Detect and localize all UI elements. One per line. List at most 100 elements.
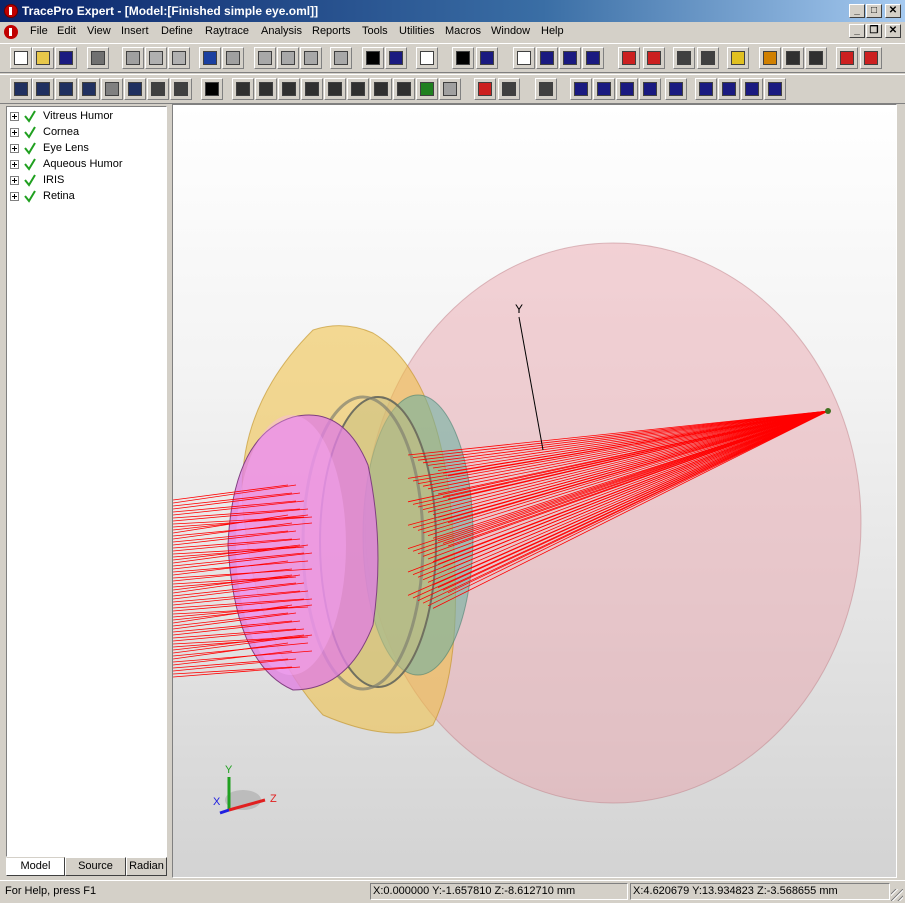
tab-radiance[interactable]: Radian (126, 857, 167, 876)
select-arrow-button[interactable] (362, 47, 384, 69)
eye-model-render[interactable]: Y Y Z X (173, 105, 896, 877)
menu-raytrace[interactable]: Raytrace (205, 25, 249, 37)
paste-button[interactable] (168, 47, 190, 69)
boolean-intersect-button[interactable] (300, 47, 322, 69)
sweep-button[interactable] (330, 47, 352, 69)
single-window-button[interactable] (513, 47, 535, 69)
reflector-button[interactable] (764, 78, 786, 100)
bracket-button[interactable] (639, 78, 661, 100)
menu-edit[interactable]: Edit (57, 25, 76, 37)
zoom-in-button[interactable] (10, 78, 32, 100)
print-button[interactable] (87, 47, 109, 69)
minimize-button[interactable]: _ (849, 4, 865, 18)
pan-button[interactable] (201, 78, 223, 100)
app-icon[interactable] (4, 4, 18, 18)
menu-file[interactable]: File (30, 25, 48, 37)
boolean-subtract-button[interactable] (277, 47, 299, 69)
render-shaded-button[interactable] (416, 78, 438, 100)
zoom-previous-button[interactable] (101, 78, 123, 100)
close-button[interactable]: ✕ (885, 4, 901, 18)
source-button[interactable] (759, 47, 781, 69)
save-button[interactable] (55, 47, 77, 69)
zoom-selection-button[interactable] (124, 78, 146, 100)
view-iso-button[interactable] (370, 78, 392, 100)
view-xz-button[interactable] (278, 78, 300, 100)
zoom-window-button[interactable] (55, 78, 77, 100)
redo-button[interactable] (222, 47, 244, 69)
expand-icon[interactable] (10, 192, 19, 201)
menu-analysis[interactable]: Analysis (261, 25, 302, 37)
tile-vertical-button[interactable] (582, 47, 604, 69)
menu-macros[interactable]: Macros (445, 25, 481, 37)
mirror-button[interactable] (593, 78, 615, 100)
view-yx-button[interactable] (301, 78, 323, 100)
prism-button[interactable] (665, 78, 687, 100)
ray-display-button[interactable] (535, 78, 557, 100)
expand-icon[interactable] (10, 176, 19, 185)
zoom-all-button[interactable] (78, 78, 100, 100)
hidden-line-button[interactable] (439, 78, 461, 100)
tab-source[interactable]: Source (65, 857, 126, 876)
menu-insert[interactable]: Insert (121, 25, 149, 37)
view-xy-button[interactable] (232, 78, 254, 100)
expand-icon[interactable] (10, 144, 19, 153)
check-button[interactable] (474, 78, 496, 100)
view-zy-button[interactable] (324, 78, 346, 100)
sphere-button[interactable] (741, 78, 763, 100)
new-icon (14, 51, 28, 65)
candela-plot-button[interactable] (697, 47, 719, 69)
open-folder-button[interactable] (32, 47, 54, 69)
view-zx-button[interactable] (347, 78, 369, 100)
view-yz-button[interactable] (255, 78, 277, 100)
srt-button[interactable] (836, 47, 858, 69)
boolean-union-button[interactable] (254, 47, 276, 69)
resize-grip[interactable] (891, 889, 903, 901)
model-viewport[interactable]: Y Y Z X (172, 104, 897, 878)
select-surface-button[interactable] (385, 47, 407, 69)
square-button[interactable] (718, 78, 740, 100)
mdi-close-button[interactable]: ✕ (885, 24, 901, 38)
lens-button[interactable] (570, 78, 592, 100)
cut-button[interactable] (122, 47, 144, 69)
menu-view[interactable]: View (87, 25, 111, 37)
irradiance-map-button[interactable] (673, 47, 695, 69)
cone-button[interactable] (616, 78, 638, 100)
cascade-button[interactable] (536, 47, 558, 69)
document-icon[interactable] (4, 25, 18, 39)
title-bar[interactable]: TracePro Expert - [Model:[Finished simpl… (0, 0, 905, 22)
tree-item-label: Vitreus Humor (43, 110, 114, 122)
expand-icon[interactable] (10, 160, 19, 169)
opl-button[interactable] (860, 47, 882, 69)
target-button[interactable] (782, 47, 804, 69)
ray-sorting-button[interactable] (727, 47, 749, 69)
undo-button[interactable] (199, 47, 221, 69)
rev-trace-button[interactable] (643, 47, 665, 69)
menu-help[interactable]: Help (541, 25, 564, 37)
mdi-minimize-button[interactable]: _ (849, 24, 865, 38)
plot-button[interactable] (805, 47, 827, 69)
trace-rays-button[interactable] (618, 47, 640, 69)
tab-model[interactable]: Model (6, 857, 65, 876)
tile-horizontal-button[interactable] (559, 47, 581, 69)
view-axes-button[interactable] (393, 78, 415, 100)
rotate-view-button[interactable] (147, 78, 169, 100)
menu-tools[interactable]: Tools (362, 25, 388, 37)
menu-utilities[interactable]: Utilities (399, 25, 434, 37)
block-button[interactable] (695, 78, 717, 100)
mdi-restore-button[interactable]: ❐ (866, 24, 882, 38)
context-help-button[interactable] (476, 47, 498, 69)
maximize-button[interactable]: □ (866, 4, 882, 18)
menu-define[interactable]: Define (161, 25, 193, 37)
measure-button[interactable] (498, 78, 520, 100)
menu-window[interactable]: Window (491, 25, 530, 37)
new-button[interactable] (10, 47, 32, 69)
expand-icon[interactable] (10, 128, 19, 137)
orbit-view-button[interactable] (170, 78, 192, 100)
zoom-out-button[interactable] (32, 78, 54, 100)
menu-reports[interactable]: Reports (312, 25, 351, 37)
notes-button[interactable] (416, 47, 438, 69)
help-button[interactable] (452, 47, 474, 69)
expand-icon[interactable] (10, 112, 19, 121)
copy-button[interactable] (145, 47, 167, 69)
model-tree[interactable]: Vitreus Humor Cornea Eye Lens Aqueous Humor… (6, 106, 167, 857)
